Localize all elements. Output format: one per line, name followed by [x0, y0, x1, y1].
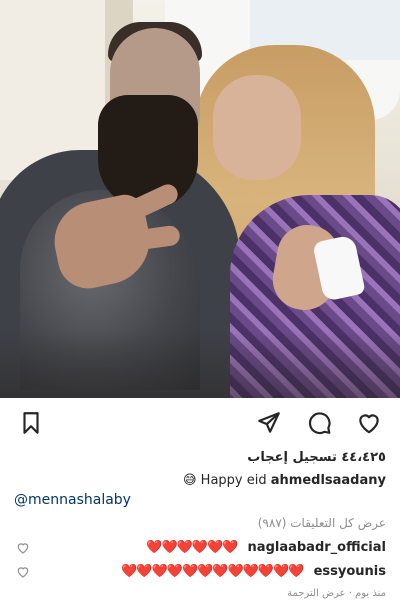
like-button[interactable]: [354, 408, 384, 438]
bookmark-icon: [23, 412, 39, 434]
caption-emoji: 😅: [182, 473, 197, 488]
heart-icon: [359, 414, 379, 434]
post-photo[interactable]: [0, 0, 400, 398]
comment-row: ❤️❤️❤️❤️❤️❤️ naglaabadr_official: [0, 538, 400, 560]
mention-link[interactable]: @mennashalaby: [14, 492, 131, 508]
post-caption: 😅 Happy eid ahmedlsaadany: [183, 473, 386, 488]
photo-shadow: [0, 330, 400, 398]
caption-username[interactable]: ahmedlsaadany: [271, 473, 386, 488]
share-icon: [258, 412, 280, 433]
post-footer-meta[interactable]: منذ يوم · عرض الترجمة: [287, 588, 386, 599]
caption-text: Happy eid: [200, 473, 267, 488]
comment-username[interactable]: essyounis: [314, 564, 386, 579]
comment-button[interactable]: [304, 408, 334, 438]
view-all-comments-link[interactable]: عرض كل التعليقات (٩٨٧): [258, 516, 386, 530]
comment-row: ❤️❤️❤️❤️❤️❤️❤️❤️❤️❤️❤️❤️ essyounis: [0, 562, 400, 584]
comment-like-icon[interactable]: [16, 541, 30, 555]
post-action-bar: [0, 398, 400, 448]
bookmark-button[interactable]: [16, 408, 46, 438]
comment-content: ❤️❤️❤️❤️❤️❤️ naglaabadr_official: [146, 540, 386, 555]
likes-count[interactable]: ٤٤،٤٢٥ تسجيل إعجاب: [247, 450, 386, 465]
photo-woman-face: [213, 75, 301, 180]
comment-content: ❤️❤️❤️❤️❤️❤️❤️❤️❤️❤️❤️❤️ essyounis: [121, 564, 386, 579]
comment-username[interactable]: naglaabadr_official: [248, 540, 386, 555]
comment-like-icon[interactable]: [16, 565, 30, 579]
share-button[interactable]: [254, 408, 284, 438]
comment-icon: [308, 412, 331, 435]
comment-text: ❤️❤️❤️❤️❤️❤️❤️❤️❤️❤️❤️❤️: [121, 564, 304, 579]
comment-text: ❤️❤️❤️❤️❤️❤️: [146, 540, 238, 555]
